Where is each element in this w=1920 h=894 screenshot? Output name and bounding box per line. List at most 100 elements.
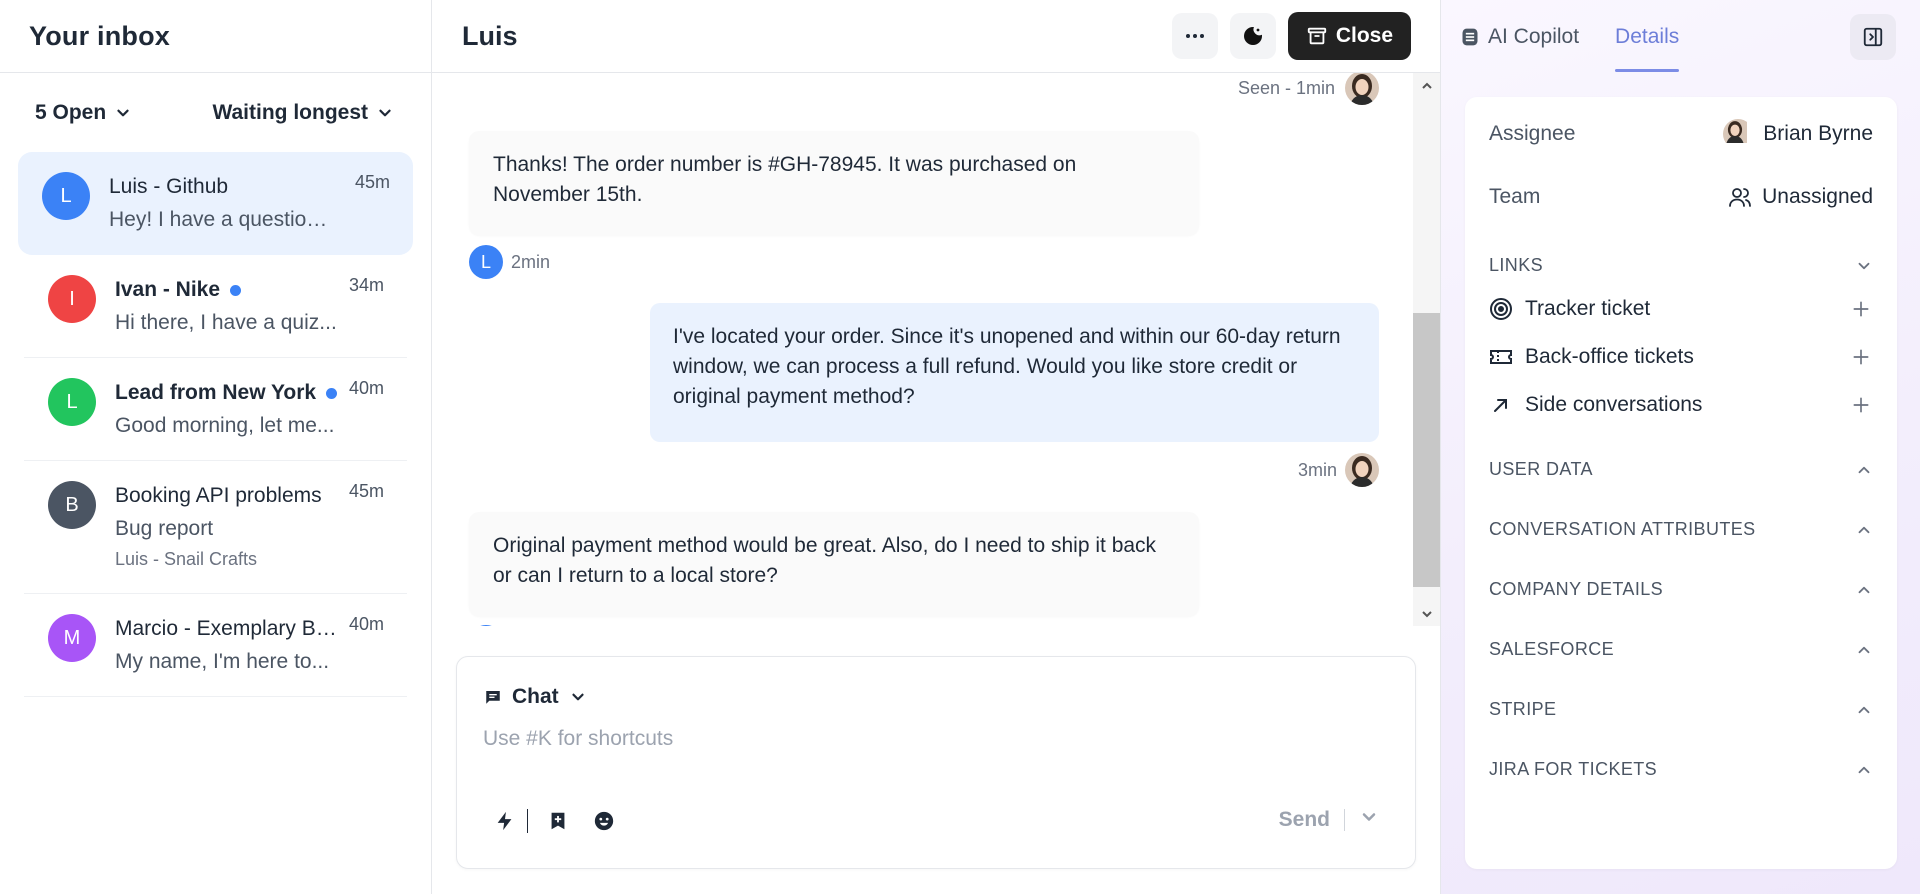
conversation-title: Luis <box>462 20 518 51</box>
insert-article-button[interactable] <box>542 805 574 837</box>
chevron-up-icon <box>1858 766 1870 773</box>
ticket-icon <box>1490 350 1512 364</box>
seen-status: Seen - 1min <box>1238 73 1379 105</box>
avatar: L <box>48 378 96 426</box>
stripe-section-header[interactable]: STRIPE <box>1489 699 1873 720</box>
avatar: B <box>48 481 96 529</box>
seen-label: Seen - 1min <box>1237 77 1335 98</box>
customer-avatar: L <box>469 245 503 279</box>
message-meta: L <box>469 625 503 626</box>
copilot-icon <box>1462 28 1478 45</box>
conversation-name: Lead from New York <box>115 381 317 404</box>
chevron-up-icon <box>1858 706 1870 713</box>
status-filter-dropdown[interactable]: 5 Open <box>35 101 132 125</box>
assignee-label: Assignee <box>1489 122 1576 145</box>
more-options-button[interactable] <box>1171 13 1218 59</box>
add-tracker-ticket-button[interactable] <box>1849 297 1873 321</box>
avatar: L <box>42 172 90 220</box>
chevron-down-icon <box>572 693 584 701</box>
message-meta: L 2min <box>469 245 550 279</box>
sort-filter-label: Waiting longest <box>212 100 368 124</box>
add-side-conversation-button[interactable] <box>1849 393 1873 417</box>
close-button-label: Close <box>1335 24 1393 47</box>
message-scrollbar[interactable] <box>1413 73 1440 626</box>
app-root: Your inbox 5 Open Waiting longest L Luis… <box>0 0 1920 894</box>
agent-avatar <box>1345 453 1379 487</box>
toolbar-divider <box>527 809 528 833</box>
conversation-time: 45m <box>348 481 384 501</box>
scroll-up-arrow[interactable] <box>1418 77 1435 94</box>
collapse-panel-button[interactable] <box>1850 13 1896 60</box>
scroll-down-arrow[interactable] <box>1418 605 1435 622</box>
assignee-row: Assignee Brian Byrne <box>1489 119 1873 149</box>
conversation-time: 34m <box>348 275 384 295</box>
conversation-time: 40m <box>348 614 384 634</box>
message-thread: Seen - 1min Thanks! The order number is … <box>432 73 1440 626</box>
tab-ai-copilot[interactable]: AI Copilot <box>1460 0 1579 73</box>
team-selector[interactable]: Unassigned <box>1728 185 1873 209</box>
status-filter-label: 5 Open <box>35 100 107 124</box>
conversation-item[interactable]: M Marcio - Exemplary Bu... My name, I'm … <box>24 594 407 697</box>
send-divider <box>1344 808 1345 831</box>
message-meta: 3min <box>1298 453 1379 487</box>
tab-label: AI Copilot <box>1488 24 1580 48</box>
details-panel: AI Copilot Details Assignee Brian Byrne <box>1440 0 1920 894</box>
bookmark-plus-icon <box>551 812 565 830</box>
link-tracker-ticket: Tracker ticket <box>1489 297 1873 321</box>
conversation-item[interactable]: L Lead from New York Good morning, let m… <box>24 358 407 461</box>
message-time: 3min <box>1297 459 1337 480</box>
conversation-item[interactable]: I Ivan - Nike Hi there, I have a quiz...… <box>24 255 407 358</box>
tab-details[interactable]: Details <box>1615 0 1680 73</box>
agent-message: I've located your order. Since it's unop… <box>650 303 1379 442</box>
details-header: AI Copilot Details <box>1441 0 1920 73</box>
conversation-time: 45m <box>354 172 390 192</box>
user-data-section-header[interactable]: USER DATA <box>1489 459 1873 480</box>
emoji-button[interactable] <box>588 805 620 837</box>
link-label: Side conversations <box>1525 393 1703 416</box>
company-details-section-header[interactable]: COMPANY DETAILS <box>1489 579 1873 600</box>
avatar: M <box>48 614 96 662</box>
section-title: COMPANY DETAILS <box>1489 579 1664 599</box>
details-card: Assignee Brian Byrne Team Unassigned LIN… <box>1465 97 1897 869</box>
chevron-up-icon <box>1858 586 1870 593</box>
assignee-selector[interactable]: Brian Byrne <box>1723 119 1873 149</box>
jira-section-header[interactable]: JIRA FOR TICKETS <box>1489 759 1873 780</box>
agent-avatar <box>1345 73 1379 105</box>
send-options-button[interactable] <box>1359 807 1379 832</box>
add-back-office-ticket-button[interactable] <box>1849 345 1873 369</box>
chat-bubble-icon <box>486 691 500 704</box>
link-side-conversations: Side conversations <box>1489 393 1873 417</box>
section-title: SALESFORCE <box>1489 639 1615 659</box>
salesforce-section-header[interactable]: SALESFORCE <box>1489 639 1873 660</box>
sort-filter-dropdown[interactable]: Waiting longest <box>212 101 394 125</box>
send-button[interactable]: Send <box>1279 808 1330 832</box>
users-icon <box>1729 188 1751 207</box>
conversation-item[interactable]: L Luis - Github Hey! I have a question..… <box>18 152 413 255</box>
conversation-preview: Bug report <box>115 517 214 540</box>
conversation-preview: Good morning, let me... <box>115 414 335 437</box>
conversation-item[interactable]: B Booking API problems Bug report Luis -… <box>24 461 407 594</box>
customer-message: Thanks! The order number is #GH-78945. I… <box>469 131 1199 235</box>
close-conversation-button[interactable]: Close <box>1287 12 1411 60</box>
message-input[interactable] <box>483 727 1383 751</box>
composer-toolbar <box>489 805 620 837</box>
conversation-attributes-section-header[interactable]: CONVERSATION ATTRIBUTES <box>1489 519 1873 540</box>
chevron-down-icon <box>1421 610 1432 617</box>
section-title: USER DATA <box>1489 459 1593 479</box>
conversation-preview: Hi there, I have a quiz... <box>115 311 337 334</box>
chevron-up-icon <box>1421 82 1432 89</box>
conversation-subtitle: Luis - Snail Crafts <box>115 549 258 569</box>
snooze-button[interactable] <box>1229 13 1276 59</box>
composer-mode-dropdown[interactable]: Chat <box>484 685 587 709</box>
links-section-header[interactable]: LINKS <box>1489 255 1873 276</box>
plus-icon <box>1853 349 1869 365</box>
chevron-up-icon <box>1858 526 1870 533</box>
macros-button[interactable] <box>489 805 521 837</box>
scroll-thumb[interactable] <box>1413 313 1440 587</box>
assignee-avatar <box>1723 119 1753 149</box>
unread-indicator <box>326 387 338 399</box>
tab-label: Details <box>1615 24 1680 48</box>
conversation-list: L Luis - Github Hey! I have a question..… <box>0 152 431 697</box>
unread-indicator <box>230 284 242 296</box>
conversation-name: Luis - Github <box>109 175 229 198</box>
